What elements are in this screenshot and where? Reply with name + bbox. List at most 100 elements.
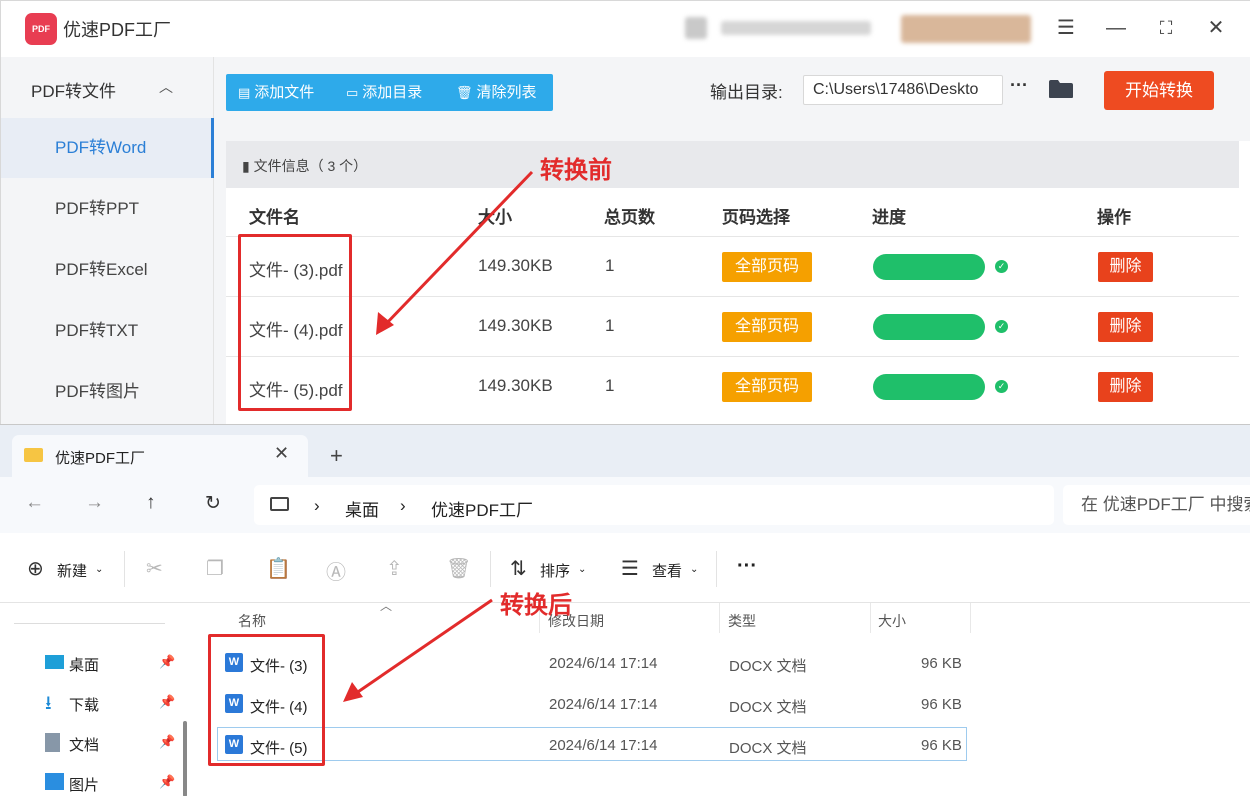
annotation-label-after: 转换后: [500, 592, 572, 619]
explorer-tab[interactable]: 优速PDF工厂 ✕: [12, 435, 308, 477]
column-header-size[interactable]: 大小: [878, 611, 906, 631]
blurred-user-info: [685, 17, 707, 39]
computer-icon: [270, 497, 289, 511]
paste-icon[interactable]: 📋: [266, 556, 291, 581]
clear-list-button[interactable]: 🗑 清除列表: [456, 74, 537, 111]
forward-arrow-icon[interactable]: →: [85, 492, 104, 514]
pin-icon[interactable]: 📌: [159, 774, 175, 790]
file-size: 149.30KB: [478, 376, 553, 395]
sidebar-item-pdf-to-image[interactable]: PDF转图片: [1, 362, 214, 422]
back-arrow-icon[interactable]: ←: [25, 492, 44, 514]
add-file-icon: ▤: [238, 85, 251, 100]
sidebar-item-pdf-to-txt[interactable]: PDF转TXT: [1, 301, 214, 361]
blurred-user-info: [721, 21, 871, 35]
annotation-label-before: 转换前: [540, 157, 612, 184]
file-count-label: 文件信息（ 3 个）: [253, 158, 368, 174]
refresh-icon[interactable]: ↻: [205, 492, 221, 515]
menu-icon[interactable]: ☰: [1051, 13, 1081, 43]
nav-item-desktop[interactable]: 桌面 📌: [45, 643, 175, 683]
new-tab-icon[interactable]: +: [330, 443, 343, 469]
file-list-panel: ▮ 文件信息（ 3 个） 文件名 大小 总页数 页码选择 进度 操作 文件- (…: [226, 141, 1250, 431]
start-convert-button[interactable]: 开始转换: [1104, 71, 1214, 110]
address-bar[interactable]: › 桌面 › 优速PDF工厂: [254, 485, 1054, 525]
delete-button[interactable]: 删除: [1098, 252, 1153, 282]
nav-label: 下载: [69, 697, 100, 714]
chevron-right-icon: ›: [400, 496, 406, 515]
sort-caret-icon: ︿: [380, 599, 393, 613]
search-input[interactable]: 在 优速PDF工厂 中搜索: [1063, 485, 1250, 525]
list-item[interactable]: W 文件- (5) 2024/6/14 17:14 DOCX 文档 96 KB: [217, 727, 967, 761]
pin-icon[interactable]: 📌: [159, 734, 175, 750]
pin-icon[interactable]: 📌: [159, 654, 175, 670]
breadcrumb-folder[interactable]: 优速PDF工厂: [431, 496, 533, 521]
folder-icon: [24, 448, 43, 462]
column-header-progress: 进度: [872, 208, 906, 227]
share-icon[interactable]: ⇪: [386, 556, 403, 581]
tab-title: 优速PDF工厂: [55, 450, 146, 467]
file-list: ︿ 名称 修改日期 类型 大小 W 文件- (3) 2024/6/14 17:1…: [197, 599, 1250, 796]
app-logo: PDF: [25, 13, 57, 45]
breadcrumb-desktop[interactable]: 桌面: [345, 496, 379, 521]
table-row: 文件- (4).pdf 149.30KB 1 全部页码 ✓ 删除: [226, 296, 1239, 356]
sidebar-section-title[interactable]: PDF转文件: [31, 77, 116, 102]
cut-icon[interactable]: ✂: [146, 556, 163, 581]
download-icon: ⭳: [45, 693, 52, 714]
nav-item-documents[interactable]: 文档 📌: [45, 723, 175, 763]
divider: [14, 623, 165, 624]
divider: [124, 551, 125, 587]
pdf-converter-window: PDF 优速PDF工厂 ☰ — ⛶ ✕ PDF转文件 ︿ PDF转Word PD…: [0, 0, 1250, 431]
divider: [490, 551, 491, 587]
column-header-type[interactable]: 类型: [728, 611, 756, 631]
column-header-name[interactable]: 名称: [238, 611, 266, 631]
file-modified: 2024/6/14 17:14: [549, 655, 658, 672]
copy-icon[interactable]: ❐: [206, 556, 224, 581]
chevron-up-icon[interactable]: ︿: [159, 77, 173, 97]
pin-icon[interactable]: 📌: [159, 694, 175, 710]
delete-icon[interactable]: 🗑: [446, 556, 471, 581]
new-plus-icon: ⊕: [27, 558, 44, 580]
rename-icon[interactable]: Ⓐ: [326, 556, 346, 585]
check-icon: ✓: [995, 320, 1008, 333]
sort-button[interactable]: 排序: [540, 560, 570, 581]
scrollbar[interactable]: [183, 721, 187, 796]
chevron-down-icon: ⌄: [690, 564, 699, 575]
up-arrow-icon[interactable]: ↑: [146, 492, 156, 514]
sidebar-item-pdf-to-word[interactable]: PDF转Word: [1, 118, 214, 178]
more-options-button[interactable]: ···: [737, 555, 757, 578]
output-dir-label: 输出目录:: [710, 83, 783, 102]
tab-close-icon[interactable]: ✕: [274, 443, 289, 464]
page-select-button[interactable]: 全部页码: [722, 252, 812, 282]
list-item[interactable]: W 文件- (3) 2024/6/14 17:14 DOCX 文档 96 KB: [217, 645, 967, 679]
file-icon: ▮: [242, 158, 254, 174]
app-title: 优速PDF工厂: [63, 20, 171, 40]
page-count: 1: [605, 376, 615, 395]
delete-button[interactable]: 删除: [1098, 372, 1153, 402]
trash-icon: 🗑: [456, 85, 473, 100]
file-info-text: ▮ 文件信息（ 3 个）: [242, 156, 367, 176]
view-icon: ☰: [621, 558, 639, 580]
page-select-button[interactable]: 全部页码: [722, 312, 812, 342]
nav-item-downloads[interactable]: ⭳ 下载 📌: [45, 683, 175, 723]
more-options-button[interactable]: ···: [1010, 75, 1028, 96]
add-file-button[interactable]: ▤ 添加文件: [238, 74, 314, 111]
file-type: DOCX 文档: [729, 699, 807, 716]
open-folder-icon[interactable]: [1048, 79, 1074, 99]
sidebar-item-pdf-to-excel[interactable]: PDF转Excel: [1, 240, 214, 300]
sidebar-item-pdf-to-ppt[interactable]: PDF转PPT: [1, 179, 214, 239]
file-size: 96 KB: [921, 655, 962, 672]
navigation-pane: 桌面 📌 ⭳ 下载 📌 文档 📌 图片 📌: [0, 603, 195, 796]
minimize-icon[interactable]: —: [1101, 13, 1131, 43]
delete-button[interactable]: 删除: [1098, 312, 1153, 342]
page-select-button[interactable]: 全部页码: [722, 372, 812, 402]
close-icon[interactable]: ✕: [1201, 13, 1231, 43]
page-count: 1: [605, 316, 615, 335]
new-button[interactable]: 新建: [57, 560, 87, 581]
maximize-icon[interactable]: ⛶: [1151, 13, 1181, 43]
nav-item-pictures[interactable]: 图片 📌: [45, 763, 175, 796]
column-header-pages: 总页数: [604, 208, 655, 227]
add-file-label: 添加文件: [254, 84, 315, 101]
output-dir-field[interactable]: C:\Users\17486\Deskto: [803, 75, 1003, 105]
list-item[interactable]: W 文件- (4) 2024/6/14 17:14 DOCX 文档 96 KB: [217, 686, 967, 720]
add-folder-button[interactable]: ▭ 添加目录: [346, 74, 422, 111]
view-button[interactable]: 查看: [652, 560, 682, 581]
